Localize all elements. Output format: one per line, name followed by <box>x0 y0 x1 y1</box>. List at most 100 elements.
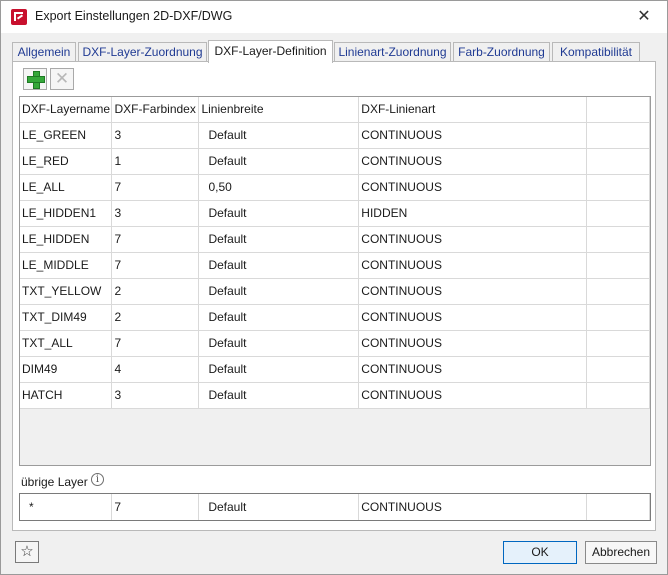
table-row[interactable]: LE_GREEN 3 Default CONTINUOUS <box>20 122 650 149</box>
cell-farbindex[interactable]: 2 <box>111 278 200 305</box>
cell-linienbreite[interactable]: Default <box>198 494 360 520</box>
cell-linienbreite[interactable]: Default <box>198 226 360 253</box>
table-row[interactable]: LE_ALL 7 0,50 CONTINUOUS <box>20 174 650 201</box>
favorites-button[interactable]: ☆ <box>15 541 39 563</box>
cell-layername[interactable]: LE_ALL <box>20 174 113 201</box>
cell-empty <box>586 148 650 175</box>
table-row[interactable]: * 7 Default CONTINUOUS <box>20 494 650 520</box>
export-settings-dialog: Export Einstellungen 2D-DXF/DWG ✕ Allgem… <box>0 0 668 575</box>
cell-empty <box>586 200 650 227</box>
cell-linienbreite[interactable]: Default <box>198 278 360 305</box>
column-header-farbindex[interactable]: DXF-Farbindex <box>111 97 200 123</box>
cell-linienart[interactable]: CONTINUOUS <box>358 174 588 201</box>
layer-definition-grid: DXF-Layername DXF-Farbindex Linienbreite… <box>19 96 651 466</box>
cell-linienart[interactable]: CONTINUOUS <box>358 382 588 409</box>
cell-linienart[interactable]: CONTINUOUS <box>358 494 588 520</box>
layer-table: DXF-Layername DXF-Farbindex Linienbreite… <box>20 97 650 409</box>
table-row[interactable]: LE_MIDDLE 7 Default CONTINUOUS <box>20 252 650 279</box>
cell-linienart[interactable]: CONTINUOUS <box>358 122 588 149</box>
cell-farbindex[interactable]: 3 <box>111 382 200 409</box>
cell-farbindex[interactable]: 7 <box>111 252 200 279</box>
close-icon[interactable]: ✕ <box>629 5 659 29</box>
cell-linienart[interactable]: CONTINUOUS <box>358 226 588 253</box>
cell-layername[interactable]: LE_GREEN <box>20 122 113 149</box>
cell-linienbreite[interactable]: Default <box>198 330 360 357</box>
cell-farbindex[interactable]: 3 <box>111 200 200 227</box>
tab-kompatibilitaet[interactable]: Kompatibilität <box>552 42 640 62</box>
delete-layer-button[interactable]: ✕ <box>50 68 74 90</box>
cell-farbindex[interactable]: 7 <box>111 174 200 201</box>
cell-layername[interactable]: TXT_ALL <box>20 330 113 357</box>
table-row[interactable]: LE_RED 1 Default CONTINUOUS <box>20 148 650 175</box>
table-row[interactable]: TXT_YELLOW 2 Default CONTINUOUS <box>20 278 650 305</box>
cell-empty <box>586 174 650 201</box>
cell-layername[interactable]: LE_HIDDEN <box>20 226 113 253</box>
cell-farbindex[interactable]: 7 <box>111 330 200 357</box>
cell-layername[interactable]: TXT_YELLOW <box>20 278 113 305</box>
cell-empty <box>586 226 650 253</box>
cell-empty <box>586 494 650 520</box>
cell-linienart[interactable]: CONTINUOUS <box>358 304 588 331</box>
column-header-empty <box>586 97 650 123</box>
cell-farbindex[interactable]: 7 <box>111 226 200 253</box>
tab-dxf-layer-zuordnung[interactable]: DXF-Layer-Zuordnung <box>78 42 207 62</box>
cell-empty <box>586 252 650 279</box>
table-row[interactable]: LE_HIDDEN 7 Default CONTINUOUS <box>20 226 650 253</box>
table-row[interactable]: DIM49 4 Default CONTINUOUS <box>20 356 650 383</box>
cell-linienart[interactable]: CONTINUOUS <box>358 148 588 175</box>
x-icon: ✕ <box>54 69 70 88</box>
cell-linienart[interactable]: CONTINUOUS <box>358 252 588 279</box>
cell-layername[interactable]: LE_HIDDEN1 <box>20 200 113 227</box>
add-layer-button[interactable] <box>23 68 47 90</box>
cell-layername[interactable]: LE_MIDDLE <box>20 252 113 279</box>
title-bar: Export Einstellungen 2D-DXF/DWG ✕ <box>1 1 667 33</box>
cell-linienbreite[interactable]: Default <box>198 252 360 279</box>
cancel-button[interactable]: Abbrechen <box>585 541 657 564</box>
cell-linienart[interactable]: CONTINUOUS <box>358 356 588 383</box>
tab-linienart-zuordnung[interactable]: Linienart-Zuordnung <box>334 42 451 62</box>
cell-empty <box>586 330 650 357</box>
column-header-linienart[interactable]: DXF-Linienart <box>358 97 588 123</box>
cell-linienart[interactable]: CONTINUOUS <box>358 278 588 305</box>
cell-linienbreite[interactable]: Default <box>198 382 360 409</box>
table-row[interactable]: TXT_ALL 7 Default CONTINUOUS <box>20 330 650 357</box>
cell-linienbreite[interactable]: Default <box>198 304 360 331</box>
table-header-row: DXF-Layername DXF-Farbindex Linienbreite… <box>20 97 650 123</box>
cell-linienbreite[interactable]: Default <box>198 122 360 149</box>
cell-layername[interactable]: TXT_DIM49 <box>20 304 113 331</box>
cell-farbindex[interactable]: 3 <box>111 122 200 149</box>
cell-layername[interactable]: HATCH <box>20 382 113 409</box>
cell-linienbreite[interactable]: Default <box>198 356 360 383</box>
plus-icon <box>27 71 45 89</box>
cell-linienart[interactable]: HIDDEN <box>358 200 588 227</box>
cell-layername[interactable]: DIM49 <box>20 356 113 383</box>
column-header-layername[interactable]: DXF-Layername <box>20 97 113 123</box>
window-title: Export Einstellungen 2D-DXF/DWG <box>35 9 233 23</box>
cell-linienart[interactable]: CONTINUOUS <box>358 330 588 357</box>
cell-layername[interactable]: LE_RED <box>20 148 113 175</box>
cell-empty <box>586 356 650 383</box>
app-logo-icon <box>11 9 27 25</box>
other-layers-label: übrige Layer <box>21 475 88 489</box>
cell-linienbreite[interactable]: Default <box>198 200 360 227</box>
cell-linienbreite[interactable]: 0,50 <box>198 174 360 201</box>
cell-empty <box>586 382 650 409</box>
cell-farbindex[interactable]: 1 <box>111 148 200 175</box>
info-icon[interactable]: i <box>91 473 104 486</box>
tab-farb-zuordnung[interactable]: Farb-Zuordnung <box>453 42 550 62</box>
table-row[interactable]: HATCH 3 Default CONTINUOUS <box>20 382 650 409</box>
ok-button[interactable]: OK <box>503 541 577 564</box>
cell-layername[interactable]: * <box>20 494 113 520</box>
cell-empty <box>586 278 650 305</box>
other-layers-table: * 7 Default CONTINUOUS <box>20 494 650 520</box>
tab-dxf-layer-definition[interactable]: DXF-Layer-Definition <box>208 40 333 63</box>
column-header-linienbreite[interactable]: Linienbreite <box>198 97 360 123</box>
tab-panel-dxf-layer-definition: ✕ DXF-Layername DXF-Farbindex Linienbrei… <box>12 61 656 531</box>
cell-farbindex[interactable]: 4 <box>111 356 200 383</box>
cell-farbindex[interactable]: 2 <box>111 304 200 331</box>
cell-linienbreite[interactable]: Default <box>198 148 360 175</box>
cell-farbindex[interactable]: 7 <box>111 494 200 520</box>
tab-allgemein[interactable]: Allgemein <box>12 42 76 62</box>
table-row[interactable]: TXT_DIM49 2 Default CONTINUOUS <box>20 304 650 331</box>
table-row[interactable]: LE_HIDDEN1 3 Default HIDDEN <box>20 200 650 227</box>
